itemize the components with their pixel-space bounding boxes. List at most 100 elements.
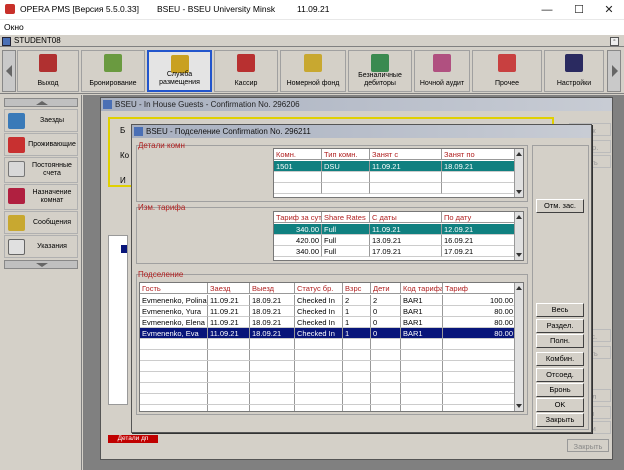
- room-assignment-icon: [8, 188, 25, 204]
- scroll-down-arrow-icon[interactable]: [516, 190, 522, 194]
- ok-button[interactable]: OK: [536, 398, 584, 412]
- restore-icon[interactable]: ▫: [610, 37, 619, 46]
- rate-row[interactable]: 420.00 Full 13.09.21 16.09.21: [274, 235, 516, 246]
- toolbar-reservations-button[interactable]: Бронирование: [81, 50, 145, 92]
- sharer-row[interactable]: Evmenenko, Yura 11.09.21 18.09.21 Checke…: [140, 306, 516, 317]
- cell-rate: 80.00: [443, 328, 516, 339]
- in-house-close-button[interactable]: Закрыть: [567, 439, 609, 452]
- details-tab[interactable]: Детали дп: [108, 435, 158, 443]
- rate-row[interactable]: 340.00 Full 11.09.21 12.09.21: [274, 224, 516, 235]
- nav-scroll-up-button[interactable]: [4, 98, 78, 107]
- nav-master-accounts[interactable]: Постоянные счета: [4, 157, 78, 183]
- cell-arrival: 11.09.21: [208, 306, 250, 317]
- col-arrival: Заезд: [208, 283, 250, 294]
- cell-status: Checked In: [295, 317, 343, 328]
- toolbar-cashier-button[interactable]: Кассир: [214, 50, 278, 92]
- cell-rate: 100.00: [443, 295, 516, 306]
- col-to-date: По дату: [442, 212, 516, 223]
- room-details-grid[interactable]: Комн. Тип комн. Занят с Занят по 1501 DS…: [273, 148, 524, 198]
- toolbar-exit-button[interactable]: Выход: [17, 50, 79, 92]
- main-toolbar: Выход Бронирование Служба размещения Кас…: [0, 48, 624, 94]
- scroll-up-arrow-icon[interactable]: [516, 286, 522, 290]
- toolbar-rooms-button[interactable]: Номерной фонд: [280, 50, 346, 92]
- opera-app-icon: [5, 4, 15, 14]
- cell-from: 13.09.21: [370, 235, 442, 246]
- rate-change-grid[interactable]: Тариф за сутки Share Rates С даты По дат…: [273, 211, 524, 261]
- col-children: Дети: [371, 283, 401, 294]
- messages-icon: [8, 215, 25, 231]
- guest-list-grid[interactable]: [108, 235, 128, 405]
- dialog-close-button[interactable]: Закрыть: [536, 413, 584, 427]
- empty-cell: [442, 183, 516, 194]
- sharers-grid-scrollbar[interactable]: [514, 283, 523, 411]
- room-row[interactable]: 1501 DSU 11.09.21 18.09.21: [274, 161, 516, 172]
- close-button[interactable]: ✕: [594, 2, 624, 18]
- col-share-rates: Share Rates: [322, 212, 370, 223]
- cell-rate: 80.00: [443, 317, 516, 328]
- cell-to: 12.09.21: [442, 224, 516, 235]
- in-house-guests-titlebar: BSEU - In House Guests - Confirmation No…: [101, 98, 612, 111]
- cell-room: 1501: [274, 161, 322, 172]
- toolbar-misc-button[interactable]: Прочее: [472, 50, 542, 92]
- scroll-up-arrow-icon[interactable]: [516, 215, 522, 219]
- nav-room-assignment[interactable]: Назначение комнат: [4, 184, 78, 210]
- sharer-row[interactable]: Evmenenko, Elena 11.09.21 18.09.21 Check…: [140, 317, 516, 328]
- detach-button[interactable]: Отсоед.: [536, 368, 584, 382]
- full-button[interactable]: Полн.: [536, 334, 584, 348]
- window-icon: [134, 127, 143, 136]
- traces-icon: [8, 239, 25, 255]
- cell-to: 17.09.21: [442, 246, 516, 257]
- sharer-row[interactable]: Evmenenko, Polina 11.09.21 18.09.21 Chec…: [140, 295, 516, 306]
- col-room: Комн.: [274, 149, 322, 160]
- empty-cell: [370, 172, 442, 183]
- arrivals-icon: [8, 113, 25, 129]
- combine-button[interactable]: Комбин.: [536, 352, 584, 366]
- cell-room-type: DSU: [322, 161, 370, 172]
- toolbar-ar-button[interactable]: Безналичные дебиторы: [348, 50, 412, 92]
- scroll-up-arrow-icon[interactable]: [516, 152, 522, 156]
- scroll-down-arrow-icon[interactable]: [516, 253, 522, 257]
- minimize-button[interactable]: —: [532, 2, 562, 18]
- sharers-label: Подселение: [138, 270, 184, 279]
- reservation-button[interactable]: Бронь: [536, 383, 584, 397]
- cell-rate: 340.00: [274, 246, 322, 257]
- cell-to: 16.09.21: [442, 235, 516, 246]
- cell-arrival: 11.09.21: [208, 295, 250, 306]
- nav-traces[interactable]: Указания: [4, 235, 78, 258]
- cell-rate: 80.00: [443, 306, 516, 317]
- room-row-empty[interactable]: [274, 172, 516, 183]
- scroll-down-arrow-icon[interactable]: [516, 404, 522, 408]
- toolbar-scroll-right-button[interactable]: [607, 50, 621, 92]
- cell-status: Checked In: [295, 295, 343, 306]
- rate-row[interactable]: 340.00 Full 17.09.21 17.09.21: [274, 246, 516, 257]
- split-button[interactable]: Раздел.: [536, 319, 584, 333]
- nav-messages[interactable]: Сообщения: [4, 211, 78, 234]
- sharers-grid[interactable]: Гость Заезд Выезд Статус бр. Взрс Дети К…: [139, 282, 524, 412]
- cell-rate-code: BAR1: [401, 317, 443, 328]
- app-title: OPERA PMS [Версия 5.5.0.33]: [20, 4, 139, 14]
- mdi-titlebar: STUDENT08 ▫: [0, 36, 624, 47]
- entire-button[interactable]: Весь: [536, 303, 584, 317]
- cell-children: 0: [371, 306, 401, 317]
- toolbar-night-audit-button[interactable]: Ночной аудит: [414, 50, 470, 92]
- cell-share: Full: [322, 235, 370, 246]
- cell-rate-code: BAR1: [401, 328, 443, 339]
- cell-from: 17.09.21: [370, 246, 442, 257]
- cell-departure: 18.09.21: [250, 306, 295, 317]
- sharers-grid-header: Гость Заезд Выезд Статус бр. Взрс Дети К…: [140, 283, 516, 294]
- menu-window[interactable]: Окно: [4, 22, 24, 32]
- nav-arrivals[interactable]: Заезды: [4, 109, 78, 132]
- master-accounts-icon: [8, 161, 25, 177]
- rate-grid-scrollbar[interactable]: [514, 212, 523, 260]
- room-grid-scrollbar[interactable]: [514, 149, 523, 197]
- cancel-share-button[interactable]: Отм. зас.: [536, 199, 584, 213]
- nav-in-house[interactable]: Проживающие: [4, 133, 78, 156]
- toolbar-scroll-left-button[interactable]: [2, 50, 16, 92]
- maximize-button[interactable]: ☐: [564, 2, 594, 18]
- nav-scroll-down-button[interactable]: [4, 260, 78, 269]
- toolbar-front-desk-button[interactable]: Служба размещения: [147, 50, 212, 92]
- room-row-empty[interactable]: [274, 183, 516, 194]
- sharer-row-selected[interactable]: Evmenenko, Eva 11.09.21 18.09.21 Checked…: [140, 328, 516, 339]
- toolbar-setup-button[interactable]: Настройки: [544, 50, 604, 92]
- cell-departure: 18.09.21: [250, 328, 295, 339]
